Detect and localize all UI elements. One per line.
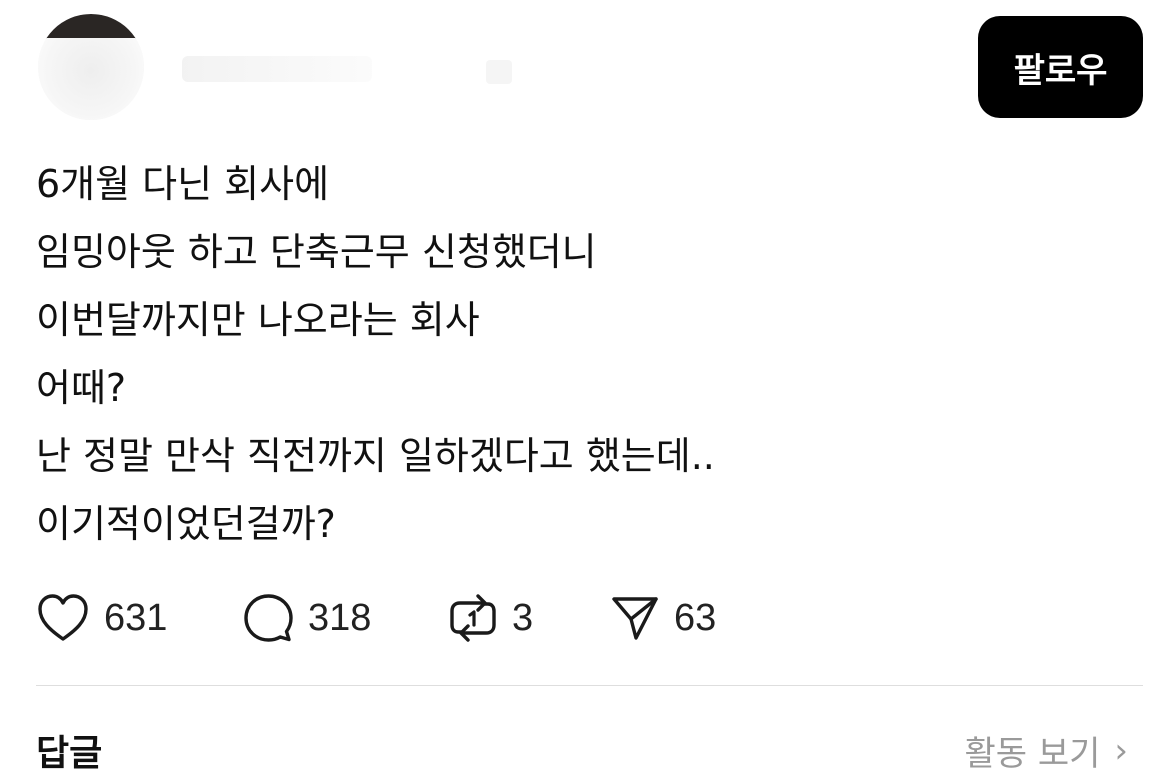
post-text: 6개월 다닌 회사에 임밍아웃 하고 단축근무 신청했더니 이번달까지만 나오라… <box>36 150 1036 558</box>
avatar[interactable] <box>38 14 144 120</box>
avatar-hair <box>46 14 136 40</box>
heart-icon <box>36 593 90 643</box>
repost-count: 3 <box>512 596 534 639</box>
share-count: 63 <box>674 596 717 639</box>
divider <box>36 685 1143 686</box>
like-count: 631 <box>104 596 168 639</box>
post-line: 임밍아웃 하고 단축근무 신청했더니 <box>36 230 597 274</box>
chevron-right-icon: › <box>1114 730 1128 771</box>
post-line: 어때? <box>36 366 127 410</box>
replies-title: 답글 <box>36 733 103 774</box>
post-line: 6개월 다닌 회사에 <box>36 162 330 206</box>
avatar-blurred-face <box>38 38 144 120</box>
view-activity-link[interactable]: 활동 보기 › <box>964 726 1128 775</box>
post-line: 난 정말 만삭 직전까지 일하겠다고 했는데.. <box>36 434 715 478</box>
reply-count: 318 <box>308 596 372 639</box>
view-activity-label: 활동 보기 <box>964 734 1101 774</box>
post-line: 이기적이었던걸까? <box>36 502 336 546</box>
verified-badge-icon <box>486 60 512 84</box>
reply-button[interactable]: 318 <box>242 592 448 644</box>
repost-button[interactable]: 3 <box>448 592 610 644</box>
speech-bubble-icon <box>242 592 294 644</box>
post-line: 이번달까지만 나오라는 회사 <box>36 298 480 342</box>
share-button[interactable]: 63 <box>610 593 716 643</box>
post-actions: 631 318 3 63 <box>36 590 716 646</box>
repost-icon <box>448 592 498 644</box>
send-icon <box>610 593 660 643</box>
follow-button[interactable]: 팔로우 <box>978 16 1143 118</box>
like-button[interactable]: 631 <box>36 593 242 643</box>
username-blurred[interactable] <box>182 56 372 82</box>
